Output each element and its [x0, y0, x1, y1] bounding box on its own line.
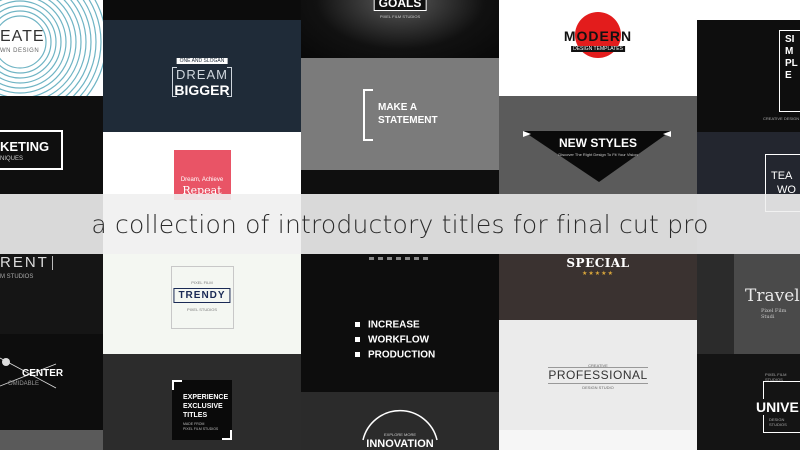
rent-title: RENT — [0, 254, 49, 271]
prof-line-bottom — [548, 383, 648, 384]
exp-line3: TITLES — [183, 412, 208, 419]
tile-modern[interactable]: MODERN DESIGN TEMPLATES — [499, 0, 697, 96]
innovation-small: EXPLORE MORE — [383, 432, 417, 437]
tiny-icon-row — [369, 257, 431, 260]
newstyles-title: NEW STYLES — [558, 136, 638, 150]
star-icon: ★★★★★ — [582, 271, 614, 277]
exp-line2: EXCLUSIVE — [183, 403, 223, 410]
exp-corner-tl — [172, 380, 182, 390]
square-bullet-icon — [355, 322, 360, 328]
tile-simple[interactable]: SIMPLE CREATIVE DESIGN — [697, 20, 800, 132]
tile-top-white — [697, 0, 800, 20]
exp-sub1: MADE FROM — [183, 422, 205, 426]
square-bullet-icon — [355, 337, 360, 343]
marketing-subtitle: NIQUES — [0, 156, 24, 162]
newstyles-subtitle: Discover The Right Design To Fit Your Vi… — [558, 152, 638, 157]
caption-text: a collection of introductory titles for … — [91, 209, 709, 239]
create-subtitle: WN DESIGN — [0, 48, 40, 54]
dream-small-label: ONE AND SLOGAN — [176, 58, 228, 64]
goals-subtitle: PIXEL FILM STUDIOS — [379, 14, 421, 19]
square-bullet-icon — [355, 352, 360, 358]
caption-banner: a collection of introductory titles for … — [0, 194, 800, 254]
exp-sub2: PIXEL FILM STUDIOS — [183, 427, 219, 431]
tile-dark-strip — [301, 170, 499, 194]
exp-line1: EXPERIENCE — [183, 394, 229, 401]
tile-top-black — [103, 0, 301, 20]
tile-goals[interactable]: GOALS PIXEL FILM STUDIOS — [301, 0, 499, 58]
travel-title: Travel — [745, 286, 800, 306]
card-line1: Dream, Achieve — [180, 177, 224, 183]
rent-divider — [52, 256, 53, 270]
bullet-item-3: PRODUCTION — [355, 346, 435, 364]
tile-bullets[interactable]: INCREASE WORKFLOW PRODUCTION — [301, 254, 499, 392]
tile-professional[interactable]: CREATIVE PROFESSIONAL DESIGN STUDIO — [499, 320, 697, 430]
tile-marketing[interactable]: KETING NIQUES — [0, 96, 103, 194]
rent-subtitle: M STUDIOS — [0, 274, 34, 280]
tile-travel[interactable]: Travel Pixel Film Studi — [697, 254, 800, 354]
trendy-top-label: PIXEL FILM — [191, 280, 213, 285]
exp-corner-br — [222, 430, 232, 440]
tile-center[interactable]: CENTER OMIDABLE — [0, 334, 103, 430]
univ-title: UNIVE — [754, 399, 800, 415]
simple-title: SIMPLE — [785, 34, 798, 81]
innovation-title: INNOVATION — [366, 438, 434, 450]
center-subtitle: OMIDABLE — [8, 381, 40, 387]
dream-line1: DREAM — [176, 67, 228, 82]
tile-grey-bottom — [0, 430, 103, 450]
statement-bracket — [363, 89, 373, 141]
tile-universe[interactable]: PIXEL FILM STUDIOS UNIVE DESIGN STUDIOS — [697, 354, 800, 450]
dream-line2: BIGGER — [174, 82, 230, 98]
trendy-bottom-label: PIXEL STUDIOS — [186, 307, 218, 312]
tile-new-styles[interactable]: NEW STYLES Discover The Right Design To … — [499, 96, 697, 194]
marketing-title: KETING — [0, 139, 50, 154]
tile-create[interactable]: EATE WN DESIGN — [0, 0, 103, 96]
special-title: SPECIAL — [566, 256, 630, 270]
goals-title: GOALS — [373, 0, 427, 11]
statement-line1: MAKE A — [378, 102, 418, 113]
univ-subtitle: DESIGN STUDIOS — [769, 417, 787, 427]
tile-special[interactable]: SPECIAL ★★★★★ — [499, 254, 697, 320]
simple-subtitle: CREATIVE DESIGN — [763, 116, 800, 121]
tile-experience[interactable]: EXPERIENCE EXCLUSIVE TITLES MADE FROM PI… — [103, 354, 301, 450]
team-line1: TEA — [771, 170, 793, 182]
tile-innovation[interactable]: EXPLORE MORE INNOVATION — [301, 392, 499, 450]
create-title: EATE — [0, 28, 45, 45]
travel-subtitle: Pixel Film Studi — [761, 308, 787, 320]
prof-subtitle: DESIGN STUDIO — [582, 385, 614, 390]
tile-light-bottom — [499, 430, 697, 450]
tile-trendy[interactable]: PIXEL FILM TRENDY PIXEL STUDIOS — [103, 254, 301, 354]
statement-line2: STATEMENT — [378, 115, 438, 126]
modern-subtitle: DESIGN TEMPLATES — [571, 46, 625, 52]
modern-title: MODERN — [563, 28, 633, 44]
center-title: CENTER — [22, 368, 64, 379]
tile-make-statement[interactable]: MAKE A STATEMENT — [301, 58, 499, 170]
tile-dream-bigger[interactable]: ONE AND SLOGAN DREAM BIGGER — [103, 20, 301, 132]
prof-title: PROFESSIONAL — [548, 368, 648, 382]
tile-rent[interactable]: RENT M STUDIOS — [0, 254, 103, 334]
trendy-title: TRENDY — [173, 288, 231, 303]
